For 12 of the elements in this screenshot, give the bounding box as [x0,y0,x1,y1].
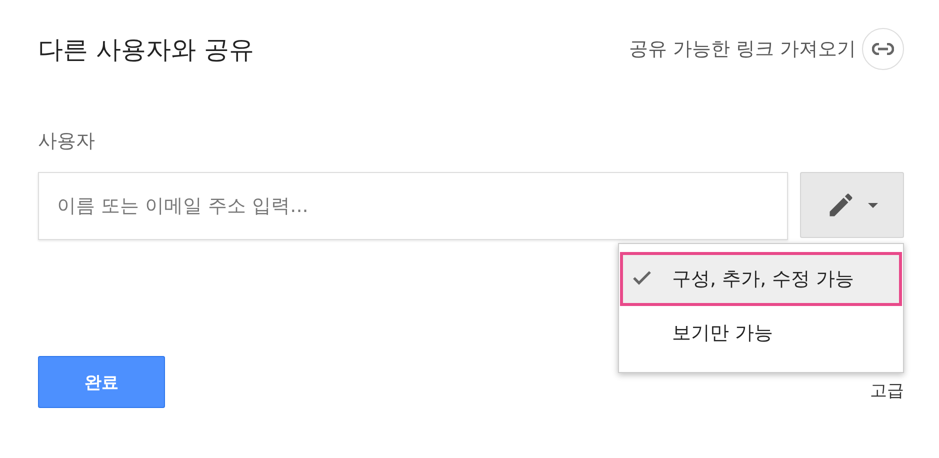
check-icon [632,270,652,286]
advanced-link[interactable]: 고급 [870,379,904,408]
menu-item[interactable]: 보기만 가능 [620,306,902,360]
people-label: 사용자 [38,129,96,154]
menu-item[interactable]: 구성, 추가, 수정 가능 [620,252,902,306]
people-input-field[interactable]: 이름 또는 이메일 주소 입력... [38,172,788,240]
dialog-title: 다른 사용자와 공유 [38,34,254,66]
link-icon [872,43,894,55]
caret-icon [868,202,878,208]
permission-dropdown-button[interactable] [800,172,904,238]
link-button[interactable] [862,28,904,70]
share-link-label: 공유 가능한 링크 가져오기 [628,37,856,62]
